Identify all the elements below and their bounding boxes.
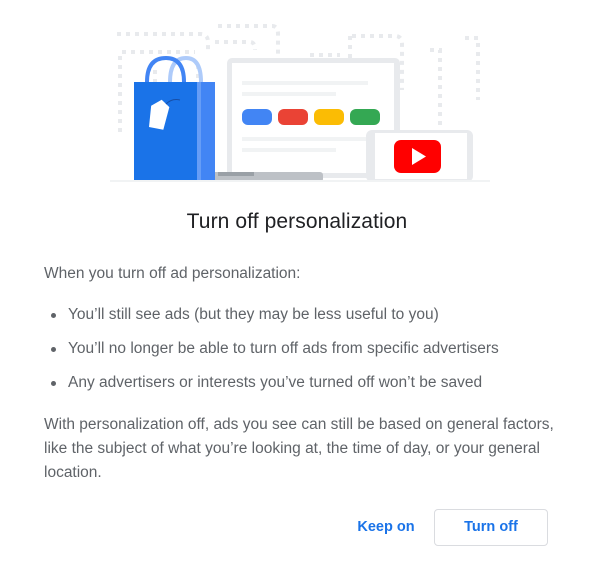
info-note: With personalization off, ads you see ca…	[44, 416, 554, 481]
keep-on-button[interactable]: Keep on	[348, 509, 424, 545]
turn-off-button[interactable]: Turn off	[434, 509, 548, 546]
color-pill-yellow	[314, 109, 344, 125]
consequence-list: You’ll still see ads (but they may be le…	[44, 305, 499, 407]
shopping-bag	[134, 55, 215, 182]
list-item: You’ll still see ads (but they may be le…	[44, 305, 499, 339]
list-item-text: You’ll still see ads (but they may be le…	[68, 306, 439, 323]
color-pill-blue	[242, 109, 272, 125]
phone	[366, 130, 473, 182]
dialog-title: Turn off personalization	[186, 210, 408, 233]
color-pill-red	[278, 109, 308, 125]
ads-illustration	[110, 24, 490, 182]
intro-text: When you turn off ad personalization:	[44, 265, 301, 282]
list-item-text: Any advertisers or interests you’ve turn…	[68, 374, 483, 391]
bullet-icon	[51, 381, 56, 386]
bullet-icon	[51, 313, 56, 318]
ground-line	[110, 180, 490, 182]
list-item-text: You’ll no longer be able to turn off ads…	[68, 340, 499, 357]
list-item: You’ll no longer be able to turn off ads…	[44, 339, 499, 373]
illustration	[100, 20, 500, 190]
color-pill-green	[350, 109, 380, 125]
list-item: Any advertisers or interests you’ve turn…	[44, 373, 499, 407]
bullet-icon	[51, 347, 56, 352]
